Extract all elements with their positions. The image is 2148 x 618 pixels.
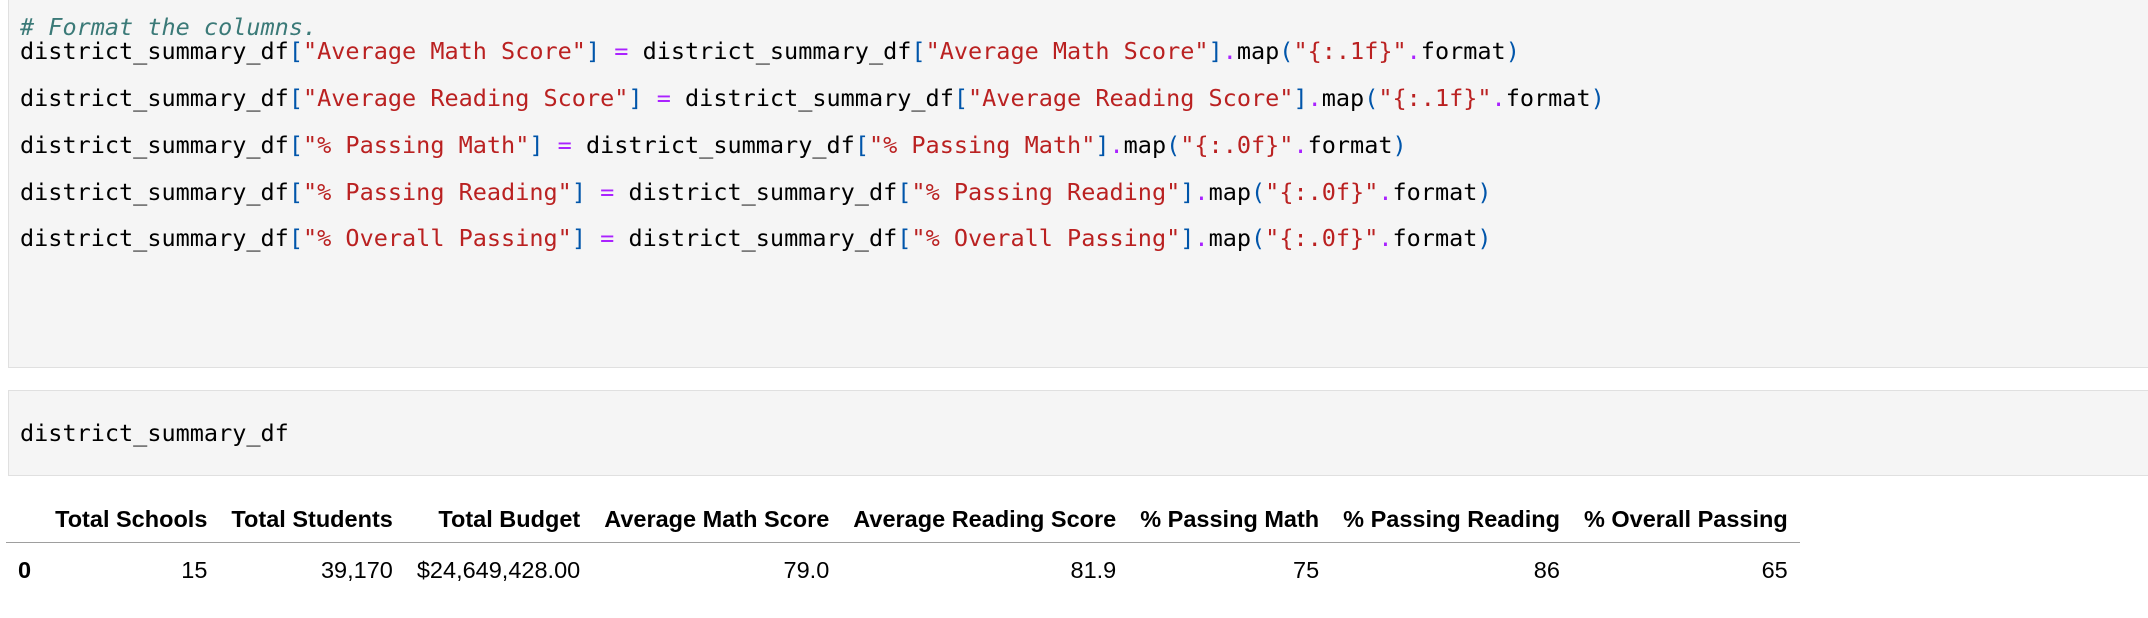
- code-line-display: district_summary_df: [20, 419, 289, 447]
- table-header-row: Total Schools Total Students Total Budget A…: [6, 496, 1800, 543]
- code-line-math-score: district_summary_df["Average Math Score"…: [20, 37, 1520, 65]
- code-line-overall-passing: district_summary_df["% Overall Passing"]…: [20, 224, 1492, 252]
- column-header: Average Math Score: [592, 496, 842, 543]
- table-cell: 86: [1533, 556, 1560, 583]
- table-cell: 65: [1761, 556, 1788, 583]
- code-cell-display-df[interactable]: [8, 390, 2148, 476]
- column-header: Total Budget: [404, 496, 593, 543]
- row-index: 0: [18, 556, 32, 583]
- code-line-reading-score: district_summary_df["Average Reading Sco…: [20, 84, 1605, 112]
- table-cell: 81.9: [1070, 556, 1117, 583]
- column-header: % Overall Passing: [1571, 496, 1800, 543]
- table-cell: 39,170: [320, 556, 393, 583]
- table-row: 0 15 39,170 $24,649,428.00 79.0 81.9 75 86 65: [6, 543, 1800, 598]
- dataframe-output-table: Total Schools Total Students Total Budget A…: [6, 496, 1800, 597]
- column-header: Total Students: [219, 496, 405, 543]
- column-header: % Passing Math: [1128, 496, 1332, 543]
- code-line-passing-reading: district_summary_df["% Passing Reading"]…: [20, 178, 1492, 206]
- table-cell: $24,649,428.00: [416, 556, 581, 583]
- table-cell: 75: [1293, 556, 1320, 583]
- column-header: Total Schools: [43, 496, 220, 543]
- code-line-passing-math: district_summary_df["% Passing Math"] = …: [20, 131, 1407, 159]
- column-header: % Passing Reading: [1331, 496, 1572, 543]
- table-cell: 15: [181, 556, 208, 583]
- table-cell: 79.0: [783, 556, 830, 583]
- index-header: [6, 496, 44, 543]
- column-header: Average Reading Score: [841, 496, 1129, 543]
